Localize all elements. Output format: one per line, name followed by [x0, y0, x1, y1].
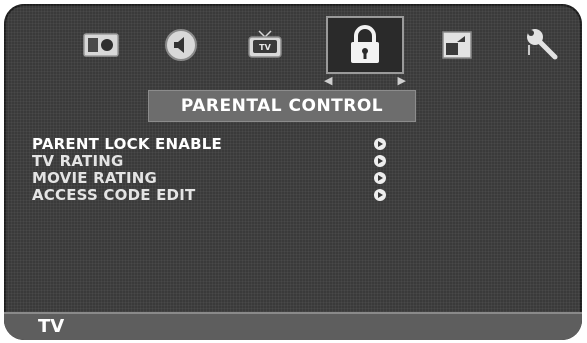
submenu-arrow-icon: [374, 189, 386, 201]
menu-item-label: PARENT LOCK ENABLE: [32, 135, 222, 153]
nav-left-arrow-icon: ◀: [324, 74, 333, 87]
menu-tab-bar: TV ◀ ▶: [4, 4, 582, 87]
screen-icon: [442, 31, 472, 59]
page-title: PARENTAL CONTROL: [148, 90, 416, 122]
menu-item-movie-rating[interactable]: MOVIE RATING: [32, 170, 392, 187]
tab-parental-lock[interactable]: ◀ ▶: [324, 16, 406, 87]
picture-icon: [83, 33, 119, 57]
menu-item-label: TV RATING: [32, 152, 124, 170]
sound-icon: [165, 29, 197, 61]
osd-screen: TV ◀ ▶ PARENTAL CONTROL PARENT LOCK ENAB…: [4, 4, 582, 340]
tab-setup[interactable]: [516, 22, 566, 68]
lock-icon: [351, 25, 379, 63]
menu-item-access-code-edit[interactable]: ACCESS CODE EDIT: [32, 187, 392, 204]
tv-icon-label: TV: [259, 43, 271, 52]
tab-sound[interactable]: [156, 22, 206, 68]
parental-control-menu: PARENT LOCK ENABLE TV RATING MOVIE RATIN…: [32, 136, 392, 204]
menu-item-parent-lock-enable[interactable]: PARENT LOCK ENABLE: [32, 136, 392, 153]
input-source-label: TV: [38, 316, 65, 337]
menu-item-tv-rating[interactable]: TV RATING: [32, 153, 392, 170]
menu-item-label: MOVIE RATING: [32, 169, 158, 187]
tab-screen[interactable]: [432, 22, 482, 68]
submenu-arrow-icon: [374, 155, 386, 167]
menu-item-label: ACCESS CODE EDIT: [32, 186, 196, 204]
setup-icon: [527, 29, 558, 60]
tab-picture[interactable]: [76, 22, 126, 68]
submenu-arrow-icon: [374, 138, 386, 150]
status-footer: TV: [4, 312, 582, 340]
submenu-arrow-icon: [374, 172, 386, 184]
tv-icon: TV: [248, 30, 282, 58]
tab-tv[interactable]: TV: [240, 22, 290, 68]
nav-right-arrow-icon: ▶: [397, 74, 406, 87]
